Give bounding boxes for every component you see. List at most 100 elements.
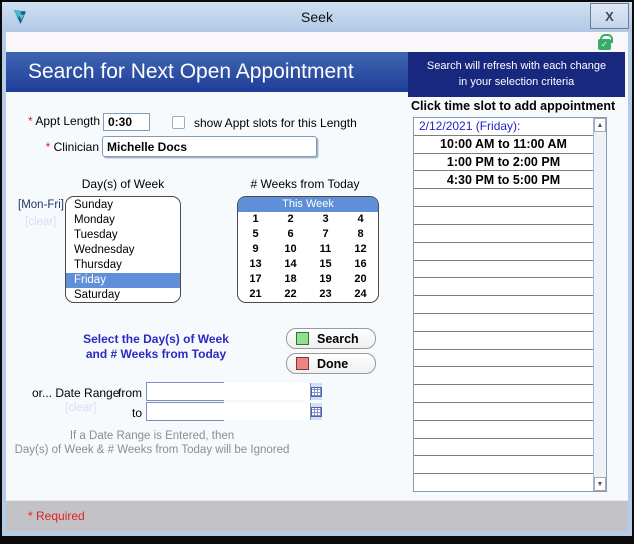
- scroll-down-icon[interactable]: ▼: [594, 477, 606, 491]
- week-cell-4[interactable]: 4: [343, 212, 378, 227]
- refresh-note-line2: in your selection criteria: [408, 75, 625, 90]
- time-slot-rows: 2/12/2021 (Friday):10:00 AM to 11:00 AM1…: [414, 118, 593, 491]
- date-header-row[interactable]: 2/12/2021 (Friday):: [414, 118, 593, 136]
- empty-slot-row: [414, 350, 593, 368]
- close-button[interactable]: X: [590, 3, 629, 29]
- scroll-up-icon[interactable]: ▲: [594, 118, 606, 132]
- week-cell-6[interactable]: 6: [273, 227, 308, 242]
- selection-instruction: Select the Day(s) of Week and # Weeks fr…: [41, 332, 271, 362]
- time-slot-row[interactable]: 4:30 PM to 5:00 PM: [414, 171, 593, 189]
- week-cell-20[interactable]: 20: [343, 272, 378, 287]
- week-cell-1[interactable]: 1: [238, 212, 273, 227]
- week-cell-2[interactable]: 2: [273, 212, 308, 227]
- week-cell-23[interactable]: 23: [308, 287, 343, 302]
- to-label: to: [106, 406, 142, 420]
- day-option-thursday[interactable]: Thursday: [66, 258, 180, 273]
- ignore-note-line1: If a Date Range is Entered, then: [6, 429, 298, 443]
- time-slot-row[interactable]: 10:00 AM to 11:00 AM: [414, 136, 593, 154]
- week-cell-12[interactable]: 12: [343, 242, 378, 257]
- empty-slot-row: [414, 207, 593, 225]
- week-cell-18[interactable]: 18: [273, 272, 308, 287]
- week-cell-19[interactable]: 19: [308, 272, 343, 287]
- empty-slot-row: [414, 278, 593, 296]
- empty-slot-row: [414, 225, 593, 243]
- page-title: Search for Next Open Appointment: [6, 52, 408, 92]
- day-option-friday[interactable]: Friday: [66, 273, 180, 288]
- empty-slot-row: [414, 243, 593, 261]
- week-cell-21[interactable]: 21: [238, 287, 273, 302]
- empty-slot-row: [414, 332, 593, 350]
- appt-length-label: * Appt Length: [28, 114, 100, 128]
- week-cell-10[interactable]: 10: [273, 242, 308, 257]
- week-cell-9[interactable]: 9: [238, 242, 273, 257]
- slot-list-scrollbar[interactable]: ▲ ▼: [593, 118, 606, 491]
- title-bar: Seek X: [2, 2, 632, 32]
- days-of-week-label: Day(s) of Week: [65, 177, 181, 191]
- header-band: Search for Next Open Appointment Search …: [6, 52, 628, 92]
- empty-slot-row: [414, 474, 593, 491]
- day-option-monday[interactable]: Monday: [66, 213, 180, 228]
- toolbar-strip: [6, 32, 628, 52]
- mon-fri-link[interactable]: [Mon-Fri]: [18, 199, 64, 211]
- week-cell-11[interactable]: 11: [308, 242, 343, 257]
- empty-slot-row: [414, 421, 593, 439]
- day-option-tuesday[interactable]: Tuesday: [66, 228, 180, 243]
- footer-bar: * Required: [6, 500, 628, 531]
- week-cell-5[interactable]: 5: [238, 227, 273, 242]
- security-lock-icon: [598, 39, 611, 50]
- week-cell-15[interactable]: 15: [308, 257, 343, 272]
- empty-slot-row: [414, 367, 593, 385]
- search-button-label: Search: [317, 332, 359, 346]
- week-cell-17[interactable]: 17: [238, 272, 273, 287]
- week-cell-3[interactable]: 3: [308, 212, 343, 227]
- selection-instruction-line1: Select the Day(s) of Week: [41, 332, 271, 347]
- day-option-wednesday[interactable]: Wednesday: [66, 243, 180, 258]
- from-date-input[interactable]: [147, 383, 310, 400]
- selection-instruction-line2: and # Weeks from Today: [41, 347, 271, 362]
- clear-date-range-link[interactable]: [clear]: [65, 402, 96, 414]
- required-asterisk: *: [46, 140, 51, 154]
- show-slots-checkbox[interactable]: [172, 116, 185, 129]
- date-range-ignore-note: If a Date Range is Entered, then Day(s) …: [6, 429, 298, 457]
- week-cell-14[interactable]: 14: [273, 257, 308, 272]
- week-cell-13[interactable]: 13: [238, 257, 273, 272]
- appt-length-input[interactable]: [103, 113, 150, 131]
- day-option-saturday[interactable]: Saturday: [66, 288, 180, 303]
- clinician-label: * Clinician: [6, 140, 99, 154]
- search-button[interactable]: Search: [286, 328, 376, 349]
- clear-days-link[interactable]: [clear]: [25, 216, 56, 228]
- required-note: * Required: [28, 509, 85, 523]
- search-green-square-icon: [296, 332, 309, 345]
- dialog-frame: Seek X Search for Next Open Appointment …: [2, 2, 632, 536]
- seek-dialog: Seek X Search for Next Open Appointment …: [0, 0, 634, 544]
- day-option-sunday[interactable]: Sunday: [66, 198, 180, 213]
- from-date-field: [146, 382, 224, 401]
- week-cell-7[interactable]: 7: [308, 227, 343, 242]
- weeks-from-today-label: # Weeks from Today: [231, 177, 379, 191]
- from-calendar-button[interactable]: [310, 383, 322, 400]
- to-date-input[interactable]: [147, 403, 310, 420]
- this-week-header[interactable]: This Week: [238, 197, 378, 212]
- window-title: Seek: [2, 9, 632, 25]
- week-cell-8[interactable]: 8: [343, 227, 378, 242]
- form-area: * Appt Length show Appt slots for this L…: [6, 92, 628, 500]
- time-slot-listbox: 2/12/2021 (Friday):10:00 AM to 11:00 AM1…: [413, 117, 607, 492]
- empty-slot-row: [414, 314, 593, 332]
- done-red-square-icon: [296, 357, 309, 370]
- refresh-note-line1: Search will refresh with each change: [408, 59, 625, 74]
- done-button[interactable]: Done: [286, 353, 376, 374]
- clinician-input[interactable]: [102, 136, 317, 157]
- week-cell-24[interactable]: 24: [343, 287, 378, 302]
- to-calendar-button[interactable]: [310, 403, 322, 420]
- from-label: from: [106, 386, 142, 400]
- day-list: SundayMondayTuesdayWednesdayThursdayFrid…: [65, 196, 181, 303]
- ignore-note-line2: Day(s) of Week & # Weeks from Today will…: [6, 443, 298, 457]
- time-slot-list-header: Click time slot to add appointment: [411, 99, 611, 113]
- empty-slot-row: [414, 189, 593, 207]
- done-button-label: Done: [317, 357, 348, 371]
- to-date-field: [146, 402, 224, 421]
- week-cell-22[interactable]: 22: [273, 287, 308, 302]
- week-cell-16[interactable]: 16: [343, 257, 378, 272]
- empty-slot-row: [414, 385, 593, 403]
- time-slot-row[interactable]: 1:00 PM to 2:00 PM: [414, 154, 593, 172]
